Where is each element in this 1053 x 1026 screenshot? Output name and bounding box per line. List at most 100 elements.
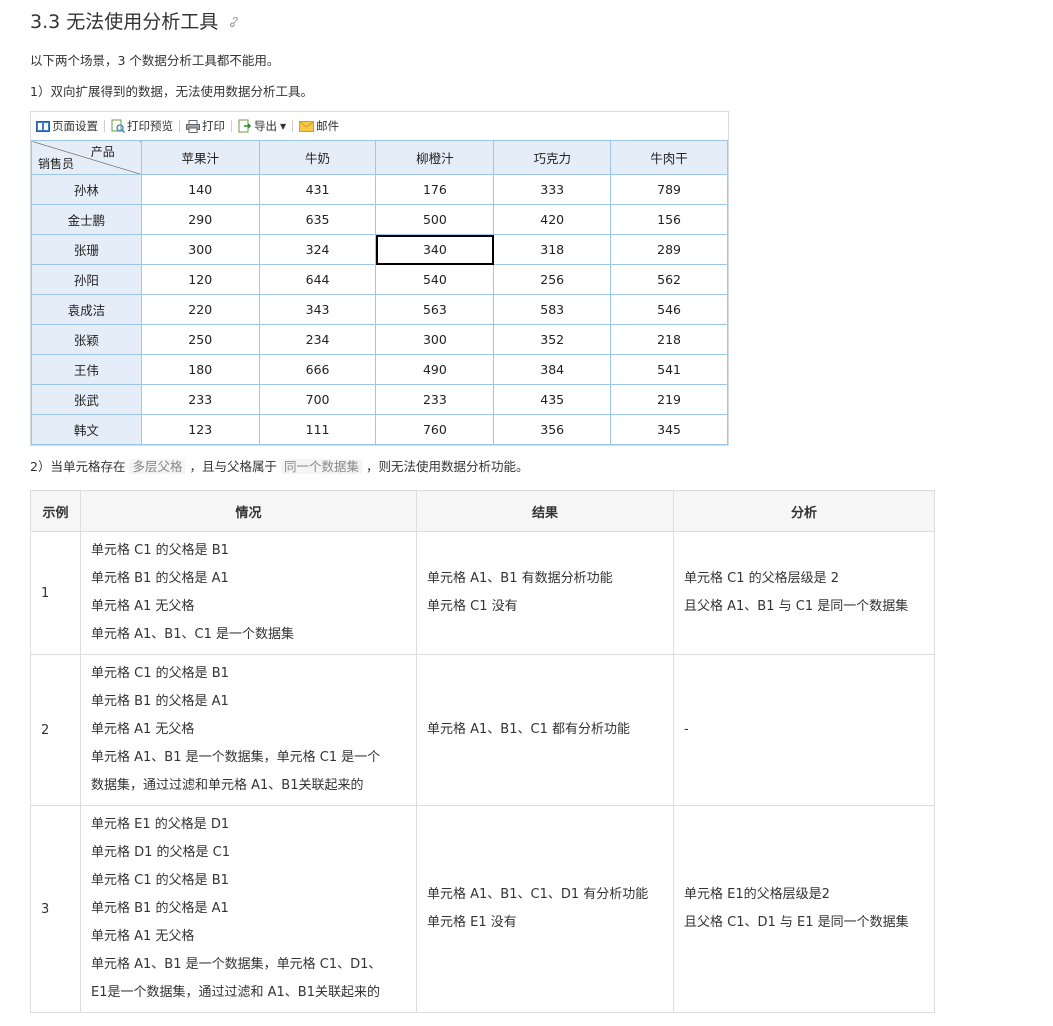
mail-button[interactable]: 邮件 bbox=[296, 118, 342, 134]
scenario-2-highlight-2: 同一个数据集 bbox=[280, 459, 362, 474]
page-title-text: 3.3 无法使用分析工具 bbox=[30, 11, 219, 33]
situation-line: 数据集，通过过滤和单元格 A1、B1关联起来的 bbox=[91, 778, 364, 793]
data-cell[interactable]: 541 bbox=[610, 354, 728, 385]
data-cell[interactable]: 760 bbox=[375, 414, 495, 445]
row-header[interactable]: 张颖 bbox=[31, 324, 142, 355]
table-row: 3 单元格 E1 的父格是 D1 单元格 D1 的父格是 C1 单元格 C1 的… bbox=[30, 805, 935, 1013]
data-cell[interactable]: 635 bbox=[258, 204, 377, 235]
data-cell[interactable]: 180 bbox=[140, 354, 260, 385]
print-label: 打印 bbox=[202, 119, 225, 133]
data-cell[interactable]: 250 bbox=[140, 324, 260, 355]
header-analysis: 分析 bbox=[673, 490, 935, 532]
result-line: 单元格 A1、B1、C1 都有分析功能 bbox=[427, 722, 630, 737]
data-cell[interactable]: 490 bbox=[375, 354, 495, 385]
data-cell[interactable]: 300 bbox=[375, 324, 495, 355]
scenario-1-text: 1）双向扩展得到的数据，无法使用数据分析工具。 bbox=[30, 84, 313, 99]
data-cell[interactable]: 233 bbox=[375, 384, 495, 415]
page-setup-button[interactable]: 页面设置 bbox=[33, 118, 101, 134]
data-cell[interactable]: 500 bbox=[375, 204, 495, 235]
analysis-cell: 单元格 E1的父格层级是2 且父格 C1、D1 与 E1 是同一个数据集 bbox=[673, 805, 935, 1013]
report-row: 张颖 250 234 300 352 218 bbox=[31, 324, 728, 355]
data-cell[interactable]: 420 bbox=[493, 204, 612, 235]
scenario-2-part-2: ，且与父格属于 bbox=[189, 459, 277, 474]
export-button[interactable]: 导出 ▼ bbox=[235, 118, 289, 134]
header-example: 示例 bbox=[30, 490, 81, 532]
row-header[interactable]: 袁成洁 bbox=[31, 294, 142, 325]
situation-cell: 单元格 C1 的父格是 B1 单元格 B1 的父格是 A1 单元格 A1 无父格… bbox=[80, 531, 417, 655]
data-cell[interactable]: 300 bbox=[140, 234, 260, 265]
data-cell[interactable]: 356 bbox=[493, 414, 612, 445]
situation-line: 单元格 A1 无父格 bbox=[91, 599, 195, 614]
data-cell[interactable]: 644 bbox=[258, 264, 377, 295]
data-cell[interactable]: 562 bbox=[610, 264, 728, 295]
data-cell[interactable]: 343 bbox=[258, 294, 377, 325]
row-header[interactable]: 孙林 bbox=[31, 174, 142, 205]
data-cell[interactable]: 256 bbox=[493, 264, 612, 295]
report-row: 孙林 140 431 176 333 789 bbox=[31, 174, 728, 205]
report-row: 张武 233 700 233 435 219 bbox=[31, 384, 728, 415]
row-header[interactable]: 张珊 bbox=[31, 234, 142, 265]
data-cell[interactable]: 111 bbox=[258, 414, 377, 445]
corner-product-label: 产品 bbox=[90, 145, 115, 159]
example-number: 2 bbox=[30, 654, 81, 806]
data-cell[interactable]: 546 bbox=[610, 294, 728, 325]
data-cell[interactable]: 345 bbox=[610, 414, 728, 445]
link-icon[interactable] bbox=[228, 10, 240, 36]
row-header[interactable]: 孙阳 bbox=[31, 264, 142, 295]
chevron-down-icon: ▼ bbox=[280, 121, 287, 131]
scenario-2-part-3: ，则无法使用数据分析功能。 bbox=[365, 459, 529, 474]
data-cell[interactable]: 666 bbox=[258, 354, 377, 385]
data-cell[interactable]: 789 bbox=[610, 174, 728, 205]
column-header[interactable]: 牛肉干 bbox=[610, 140, 728, 175]
data-cell[interactable]: 431 bbox=[258, 174, 377, 205]
print-button[interactable]: 打印 bbox=[183, 118, 228, 134]
report-row: 孙阳 120 644 540 256 562 bbox=[31, 264, 728, 295]
data-cell[interactable]: 156 bbox=[610, 204, 728, 235]
data-cell[interactable]: 123 bbox=[140, 414, 260, 445]
data-cell[interactable]: 233 bbox=[140, 384, 260, 415]
data-cell[interactable]: 140 bbox=[140, 174, 260, 205]
column-header[interactable]: 巧克力 bbox=[493, 140, 612, 175]
page-setup-label: 页面设置 bbox=[52, 119, 98, 133]
analysis-line: 单元格 E1的父格层级是2 bbox=[684, 887, 830, 902]
selected-data-cell[interactable]: 340 bbox=[375, 234, 495, 265]
situation-line: 单元格 C1 的父格是 B1 bbox=[91, 666, 229, 681]
row-header[interactable]: 王伟 bbox=[31, 354, 142, 385]
data-cell[interactable]: 234 bbox=[258, 324, 377, 355]
export-label: 导出 bbox=[254, 119, 277, 133]
data-cell[interactable]: 218 bbox=[610, 324, 728, 355]
result-cell: 单元格 A1、B1、C1 都有分析功能 bbox=[416, 654, 674, 806]
print-preview-button[interactable]: 打印预览 bbox=[108, 118, 176, 134]
situation-cell: 单元格 C1 的父格是 B1 单元格 B1 的父格是 A1 单元格 A1 无父格… bbox=[80, 654, 417, 806]
analysis-cell: - bbox=[673, 654, 935, 806]
data-cell[interactable]: 220 bbox=[140, 294, 260, 325]
toolbar-divider bbox=[292, 120, 294, 132]
column-header[interactable]: 苹果汁 bbox=[140, 140, 260, 175]
data-cell[interactable]: 289 bbox=[610, 234, 728, 265]
data-cell[interactable]: 318 bbox=[493, 234, 612, 265]
data-cell[interactable]: 435 bbox=[493, 384, 612, 415]
row-header[interactable]: 张武 bbox=[31, 384, 142, 415]
data-cell[interactable]: 290 bbox=[140, 204, 260, 235]
data-cell[interactable]: 700 bbox=[258, 384, 377, 415]
column-header[interactable]: 牛奶 bbox=[258, 140, 377, 175]
data-cell[interactable]: 583 bbox=[493, 294, 612, 325]
print-preview-label: 打印预览 bbox=[127, 119, 173, 133]
data-cell[interactable]: 219 bbox=[610, 384, 728, 415]
data-cell[interactable]: 176 bbox=[375, 174, 495, 205]
data-cell[interactable]: 324 bbox=[258, 234, 377, 265]
data-cell[interactable]: 333 bbox=[493, 174, 612, 205]
data-cell[interactable]: 540 bbox=[375, 264, 495, 295]
row-header[interactable]: 金士鹏 bbox=[31, 204, 142, 235]
data-cell[interactable]: 352 bbox=[493, 324, 612, 355]
report-preview: 页面设置 打印预览 打印 导出 ▼ 邮件 产品 销售员 苹果汁 牛奶 柳橙汁 巧… bbox=[30, 111, 729, 446]
data-cell[interactable]: 563 bbox=[375, 294, 495, 325]
scenario-2-highlight-1: 多层父格 bbox=[129, 459, 186, 474]
row-header[interactable]: 韩文 bbox=[31, 414, 142, 445]
data-cell[interactable]: 120 bbox=[140, 264, 260, 295]
example-number: 1 bbox=[30, 531, 81, 655]
mail-icon bbox=[299, 120, 315, 132]
column-header[interactable]: 柳橙汁 bbox=[375, 140, 495, 175]
situation-line: 单元格 C1 的父格是 B1 bbox=[91, 873, 229, 888]
data-cell[interactable]: 384 bbox=[493, 354, 612, 385]
